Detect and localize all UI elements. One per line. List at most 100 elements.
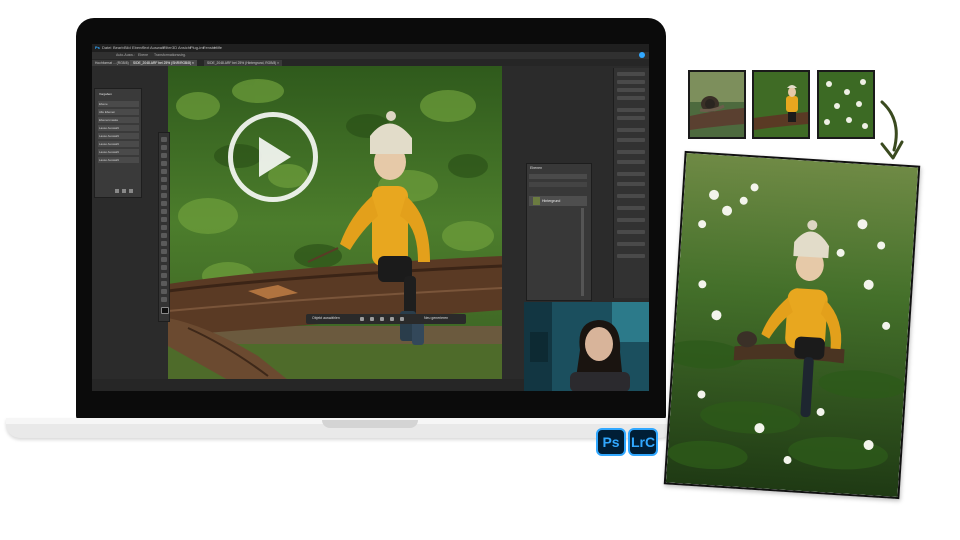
history-brush-tool-icon[interactable]: [161, 217, 167, 222]
thumbnail-child-log[interactable]: [752, 70, 810, 139]
panel-row[interactable]: Lasso Auswahl: [98, 125, 139, 131]
presets-panel: Vorgaben Ebene Alle Ebenen Ebenenmaske L…: [94, 88, 142, 198]
thumbnail-image: [819, 72, 873, 137]
canvas-photo: [168, 66, 502, 380]
blur-tool-icon[interactable]: [161, 241, 167, 246]
property-row[interactable]: [617, 230, 645, 234]
menu-image[interactable]: Bild: [124, 45, 131, 50]
panel-row[interactable]: Lasso Auswahl: [98, 157, 139, 163]
frame-tool-icon[interactable]: [161, 177, 167, 182]
generate-button[interactable]: Neu generieren: [424, 316, 448, 320]
eraser-tool-icon[interactable]: [161, 225, 167, 230]
thumbnail-image: [754, 72, 808, 137]
crop-tool-icon[interactable]: [161, 169, 167, 174]
panel-row[interactable]: Ebene: [98, 101, 139, 107]
panel-row[interactable]: Lasso Auswahl: [98, 149, 139, 155]
property-row[interactable]: [617, 116, 645, 120]
webcam-video: [524, 302, 649, 391]
quick-select-tool-icon[interactable]: [161, 161, 167, 166]
property-row[interactable]: [617, 128, 645, 132]
layer-name: Hintergrund: [542, 199, 561, 203]
invert-icon[interactable]: [390, 317, 394, 321]
transform-controls-checkbox[interactable]: Transformationsstrg.: [154, 53, 186, 57]
panel-tab-row[interactable]: [617, 72, 645, 76]
lightroom-classic-badge: LrC: [628, 428, 658, 456]
thumbnail-flowers[interactable]: [817, 70, 875, 139]
stamp-tool-icon[interactable]: [161, 209, 167, 214]
final-photo-image: [664, 153, 919, 497]
panel-row[interactable]: Alle Ebenen: [98, 109, 139, 115]
layers-panel-title[interactable]: Ebenen: [530, 166, 542, 170]
pen-tool-icon[interactable]: [161, 257, 167, 262]
select-icon[interactable]: [360, 317, 364, 321]
mask-icon[interactable]: [370, 317, 374, 321]
photoshop-badge: Ps: [596, 428, 626, 456]
new-preset-icon[interactable]: [115, 189, 119, 193]
zoom-tool-icon[interactable]: [161, 297, 167, 302]
property-row[interactable]: [617, 242, 645, 246]
panel-title[interactable]: Vorgaben: [98, 91, 139, 97]
menu-edit[interactable]: Bearb: [113, 45, 124, 50]
menu-filter[interactable]: Filter: [163, 45, 172, 50]
layer-filter-bar[interactable]: [529, 174, 587, 179]
path-select-tool-icon[interactable]: [161, 273, 167, 278]
property-row[interactable]: [617, 194, 645, 198]
property-row[interactable]: [617, 218, 645, 222]
laptop-notch: [322, 420, 418, 428]
property-row[interactable]: [617, 160, 645, 164]
select-subject-button[interactable]: Objekt auswählen: [312, 316, 340, 320]
panel-row[interactable]: Ebenenmaske: [98, 117, 139, 123]
more-icon[interactable]: [400, 317, 404, 321]
menu-bar: Ps Datei Bearb Bild Ebene Text Auswahl F…: [92, 44, 649, 52]
folder-icon[interactable]: [122, 189, 126, 193]
layer-row-background[interactable]: Hintergrund: [529, 196, 587, 206]
panel-row[interactable]: Lasso Auswahl: [98, 133, 139, 139]
properties-panel: [613, 68, 649, 298]
play-button[interactable]: [228, 112, 318, 202]
property-row[interactable]: [617, 150, 645, 154]
webcam-overlay: [524, 302, 649, 391]
lightroom-badge-label: LrC: [630, 434, 656, 450]
property-row[interactable]: [617, 182, 645, 186]
property-row[interactable]: [617, 108, 645, 112]
move-tool-icon[interactable]: [161, 137, 167, 142]
menu-help[interactable]: Hilfe: [214, 45, 222, 50]
menu-type[interactable]: Text: [142, 45, 149, 50]
thumbnail-snail[interactable]: [688, 70, 746, 139]
eyedropper-tool-icon[interactable]: [161, 185, 167, 190]
layers-scrollbar[interactable]: [581, 208, 584, 296]
search-icon[interactable]: [639, 52, 645, 58]
trash-icon[interactable]: [129, 189, 133, 193]
dodge-tool-icon[interactable]: [161, 249, 167, 254]
panel-row[interactable]: Lasso Auswahl: [98, 141, 139, 147]
property-row[interactable]: [617, 138, 645, 142]
property-row[interactable]: [617, 172, 645, 176]
layers-panel: Ebenen Hintergrund: [526, 163, 592, 301]
tab-document-1[interactable]: Hochformat ... (RGB/8): [92, 60, 132, 66]
type-tool-icon[interactable]: [161, 265, 167, 270]
hand-tool-icon[interactable]: [161, 289, 167, 294]
property-row[interactable]: [617, 96, 645, 100]
menu-file[interactable]: Datei: [102, 45, 111, 50]
healing-tool-icon[interactable]: [161, 193, 167, 198]
gradient-tool-icon[interactable]: [161, 233, 167, 238]
property-row[interactable]: [617, 206, 645, 210]
property-row[interactable]: [617, 80, 645, 84]
transform-icon[interactable]: [380, 317, 384, 321]
foreground-color-swatch[interactable]: [161, 307, 169, 314]
photoshop-badge-label: Ps: [602, 434, 620, 450]
layer-thumbnail: [533, 197, 540, 205]
brush-tool-icon[interactable]: [161, 201, 167, 206]
property-row[interactable]: [617, 88, 645, 92]
property-row[interactable]: [617, 254, 645, 258]
auto-select-label[interactable]: Auto-Ausw.:: [116, 53, 135, 57]
blend-mode-row[interactable]: [529, 182, 587, 187]
document-canvas[interactable]: [168, 66, 502, 380]
layer-dropdown[interactable]: Ebene: [138, 53, 148, 57]
shape-tool-icon[interactable]: [161, 281, 167, 286]
contextual-task-bar: Objekt auswählen Neu generieren: [306, 314, 466, 324]
menu-3d[interactable]: 3D: [172, 45, 177, 50]
marquee-tool-icon[interactable]: [161, 145, 167, 150]
lasso-tool-icon[interactable]: [161, 153, 167, 158]
ps-logo[interactable]: Ps: [95, 45, 100, 50]
